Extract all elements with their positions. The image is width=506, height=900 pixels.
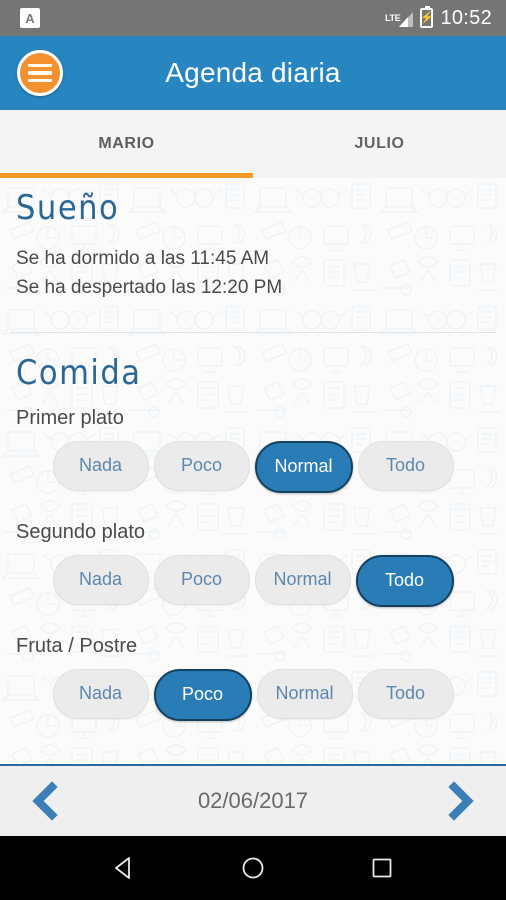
field-label-primer-plato: Primer plato: [16, 406, 124, 429]
triangle-back-icon[interactable]: [111, 855, 137, 881]
choice-segundo-plato-nada[interactable]: Nada: [52, 554, 149, 605]
battery-charging-icon: ⚡: [420, 6, 434, 28]
tab-mario[interactable]: MARIO: [0, 110, 253, 178]
field-label-segundo-plato: Segundo plato: [16, 520, 146, 543]
choice-fruta-postre-normal[interactable]: Normal: [256, 668, 353, 719]
choice-group-primer-plato: Nada Poco Normal Todo: [0, 430, 506, 493]
circle-home-icon[interactable]: [240, 855, 266, 881]
section-sleep: Sueño Se ha dormido a las 11:45 AM Se ha…: [0, 178, 506, 310]
choice-fruta-postre-poco[interactable]: Poco: [153, 668, 252, 721]
status-bar: A LTE ⚡ 10:52: [0, 0, 506, 36]
sleep-line-woke: Se ha despertado las 12:20 PM: [16, 276, 283, 298]
sleep-info: Se ha dormido a las 11:45 AM Se ha despe…: [0, 227, 506, 302]
sleep-line-slept: Se ha dormido a las 11:45 AM: [16, 248, 270, 270]
bolt-glyph: ⚡: [420, 11, 434, 24]
tab-mario-label: MARIO: [98, 135, 155, 152]
field-primer-plato: Primer plato Nada Poco Normal Todo: [0, 393, 506, 493]
field-fruta-postre: Fruta / Postre Nada Poco Normal Todo: [0, 607, 506, 721]
status-clock: 10:52: [440, 6, 492, 29]
tab-julio[interactable]: JULIO: [253, 110, 506, 178]
choice-group-segundo-plato: Nada Poco Normal Todo: [0, 544, 506, 607]
choice-segundo-plato-todo[interactable]: Todo: [355, 554, 454, 607]
square-recents-icon[interactable]: [369, 855, 395, 881]
section-food-title: Comida: [16, 353, 142, 394]
app-bar: Agenda diaria: [0, 36, 506, 110]
field-segundo-plato: Segundo plato Nada Poco Normal Todo: [0, 493, 506, 607]
tab-julio-label: JULIO: [354, 135, 405, 152]
section-food: Comida Primer plato Nada Poco Normal Tod…: [0, 333, 506, 728]
android-navigation-bar: [0, 836, 506, 900]
tab-bar: MARIO JULIO: [0, 110, 506, 178]
page-title: Agenda diaria: [165, 57, 341, 88]
app-notification-icon: A: [20, 8, 40, 28]
content-area[interactable]: Sueño Se ha dormido a las 11:45 AM Se ha…: [0, 178, 506, 764]
chevron-right-icon[interactable]: [446, 781, 480, 821]
current-date[interactable]: 02/06/2017: [198, 788, 308, 814]
choice-group-fruta-postre: Nada Poco Normal Todo: [0, 658, 506, 721]
choice-segundo-plato-normal[interactable]: Normal: [254, 554, 351, 605]
choice-primer-plato-poco[interactable]: Poco: [153, 440, 250, 491]
section-sleep-title: Sueño: [16, 188, 120, 228]
chevron-left-icon[interactable]: [26, 781, 60, 821]
choice-fruta-postre-todo[interactable]: Todo: [357, 668, 454, 719]
field-label-fruta-postre: Fruta / Postre: [16, 634, 138, 657]
choice-fruta-postre-nada[interactable]: Nada: [52, 668, 149, 719]
status-indicators: LTE ⚡ 10:52: [383, 6, 498, 30]
choice-primer-plato-nada[interactable]: Nada: [52, 440, 149, 491]
choice-segundo-plato-poco[interactable]: Poco: [153, 554, 250, 605]
phone-screen: A LTE ⚡ 10:52 Agenda diaria MARIO JULIO: [0, 0, 506, 900]
signal-bars-icon: [398, 11, 414, 29]
hamburger-menu-icon[interactable]: [17, 50, 63, 96]
choice-primer-plato-todo[interactable]: Todo: [357, 440, 454, 491]
choice-primer-plato-normal[interactable]: Normal: [254, 440, 353, 493]
lte-signal-icon: LTE: [383, 7, 414, 29]
date-navigation-bar: 02/06/2017: [0, 764, 506, 836]
